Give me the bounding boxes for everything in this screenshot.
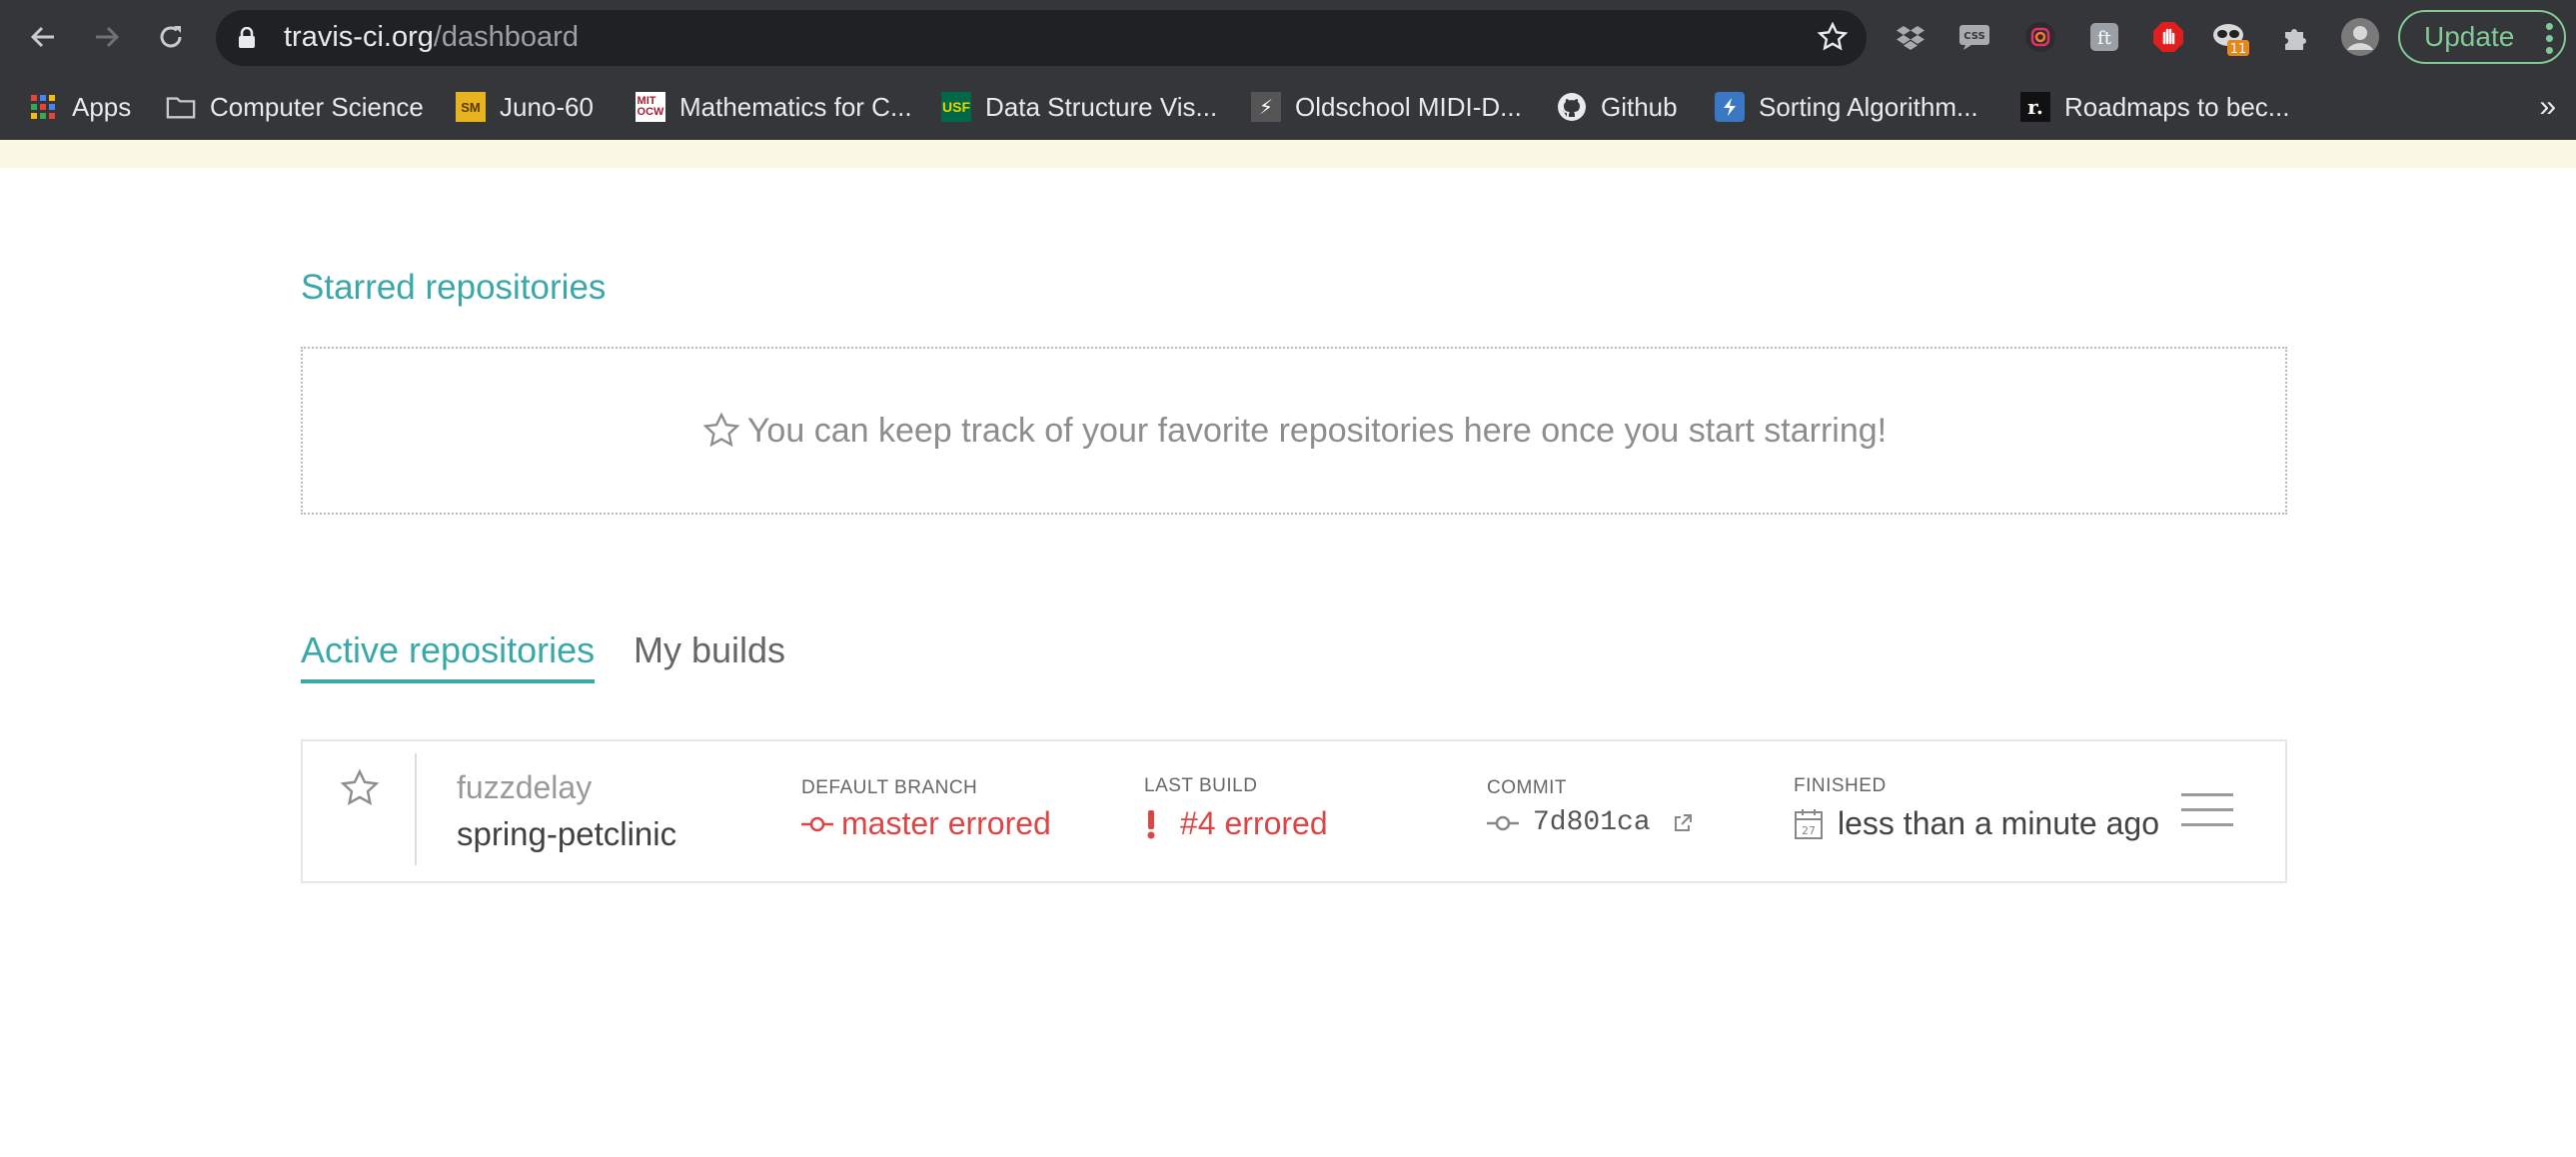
bookmark-roadmaps[interactable]: r. Roadmaps to bec... — [2020, 86, 2289, 128]
row-divider — [415, 753, 417, 865]
finished-label: FINISHED — [1794, 775, 1887, 796]
bookmark-label: Sorting Algorithm... — [1759, 91, 1978, 122]
calendar-icon: 27 — [1795, 808, 1823, 839]
finished-value: 27 less than a minute ago — [1794, 805, 2159, 842]
url-host: travis-ci.org — [284, 21, 434, 53]
repo-owner-link[interactable]: fuzzdelay — [457, 769, 592, 806]
address-bar[interactable]: travis-ci.org/dashboard — [216, 10, 1867, 66]
commit-icon — [1487, 815, 1519, 830]
exclamation-icon — [1147, 809, 1155, 838]
reload-icon[interactable] — [148, 14, 194, 60]
tab-my-builds[interactable]: My builds — [634, 629, 785, 671]
bookmark-oldschool-midi[interactable]: ⚡ Oldschool MIDI-D... — [1251, 86, 1522, 128]
last-build-label: LAST BUILD — [1144, 775, 1258, 796]
more-bookmarks-chevron[interactable]: » — [2539, 90, 2556, 124]
bookmark-apps[interactable]: Apps — [28, 86, 131, 128]
last-build-value[interactable]: #4 errored — [1144, 805, 1328, 842]
bookmark-github[interactable]: Github — [1557, 86, 1678, 128]
extensions-puzzle-icon[interactable] — [2276, 17, 2316, 57]
finished-text: less than a minute ago — [1838, 805, 2159, 841]
bookmark-star-icon[interactable] — [1817, 21, 1849, 58]
apps-grid-icon — [28, 92, 58, 122]
star-outline-icon — [702, 412, 740, 448]
bookmark-label: Mathematics for C... — [679, 91, 912, 122]
repo-name-link[interactable]: spring-petclinic — [457, 815, 676, 853]
back-icon[interactable] — [20, 14, 66, 60]
bookmark-label: Github — [1601, 91, 1678, 122]
update-button[interactable]: Update • • • — [2398, 10, 2566, 64]
notice-banner — [0, 140, 2576, 168]
tab-active-repositories[interactable]: Active repositories — [301, 629, 596, 683]
profile-avatar-icon[interactable] — [2340, 17, 2380, 57]
commit-label: COMMIT — [1487, 777, 1568, 798]
lightning-icon: ⚡ — [1251, 92, 1281, 122]
bookmark-label: Apps — [72, 91, 132, 122]
more-menu-icon[interactable]: • • • — [2545, 13, 2554, 63]
github-icon — [1557, 92, 1587, 122]
folder-icon — [166, 92, 196, 122]
css-viewer-icon[interactable]: CSS — [1954, 17, 1994, 57]
last-build-text: #4 errored — [1180, 805, 1328, 841]
external-link-icon[interactable] — [1673, 813, 1693, 833]
default-branch-value[interactable]: master errored — [801, 805, 1051, 842]
bookmark-label: Roadmaps to bec... — [2064, 91, 2290, 122]
lock-icon — [238, 26, 256, 54]
svg-text:CSS: CSS — [1963, 31, 1984, 42]
adblock-hand-icon[interactable] — [2148, 17, 2188, 57]
star-repo-icon[interactable] — [339, 767, 381, 814]
bookmark-data-structure[interactable]: USF Data Structure Vis... — [941, 86, 1217, 128]
fonts-extension-icon[interactable]: ft — [2084, 17, 2124, 57]
starred-repositories-title: Starred repositories — [301, 268, 607, 307]
branch-commit-icon — [801, 816, 833, 831]
starred-empty-message: You can keep track of your favorite repo… — [746, 411, 1888, 450]
forward-icon[interactable] — [84, 14, 130, 60]
bookmark-label: Juno-60 — [500, 91, 594, 122]
default-branch-text: master errored — [841, 805, 1051, 841]
bookmark-mathematics[interactable]: MIT OCW Mathematics for C... — [636, 86, 912, 128]
extension-badge-count: 11 — [2230, 42, 2247, 56]
repository-row[interactable]: fuzzdelay spring-petclinic DEFAULT BRANC… — [301, 739, 2287, 883]
roadmap-r-icon: r. — [2020, 92, 2050, 122]
bookmark-label: Oldschool MIDI-D... — [1295, 91, 1522, 122]
sm-logo-icon: SM — [456, 92, 486, 122]
instagram-icon[interactable] — [2020, 17, 2060, 57]
commit-value[interactable]: 7d801ca — [1487, 807, 1693, 838]
url-text: travis-ci.org/dashboard — [284, 21, 579, 54]
bookmark-computer-science[interactable]: Computer Science — [166, 86, 424, 128]
update-button-label: Update — [2424, 21, 2515, 52]
hamburger-menu-icon[interactable] — [2181, 793, 2233, 838]
bookmark-label: Data Structure Vis... — [985, 91, 1218, 122]
starred-empty-state: You can keep track of your favorite repo… — [301, 347, 2287, 515]
bookmarks-bar: Apps Computer Science SM Juno-60 MIT OCW … — [0, 76, 2576, 140]
dropbox-icon[interactable] — [1891, 17, 1931, 57]
mit-ocw-icon: MIT OCW — [636, 92, 665, 122]
bookmark-label: Computer Science — [210, 91, 424, 122]
usf-logo-icon: USF — [941, 92, 971, 122]
calendar-day: 27 — [1802, 824, 1816, 837]
bookmark-juno-60[interactable]: SM Juno-60 — [456, 86, 594, 128]
sorting-app-icon — [1715, 92, 1745, 122]
raccoon-extension-icon[interactable]: 11 — [2210, 17, 2250, 57]
commit-sha: 7d801ca — [1533, 807, 1651, 838]
browser-chrome: travis-ci.org/dashboard CSS ft 11 Update… — [0, 0, 2576, 140]
default-branch-label: DEFAULT BRANCH — [801, 777, 978, 798]
bookmark-sorting-algorithms[interactable]: Sorting Algorithm... — [1715, 86, 1978, 128]
svg-text:ft: ft — [2097, 28, 2112, 49]
url-path: /dashboard — [433, 21, 579, 53]
